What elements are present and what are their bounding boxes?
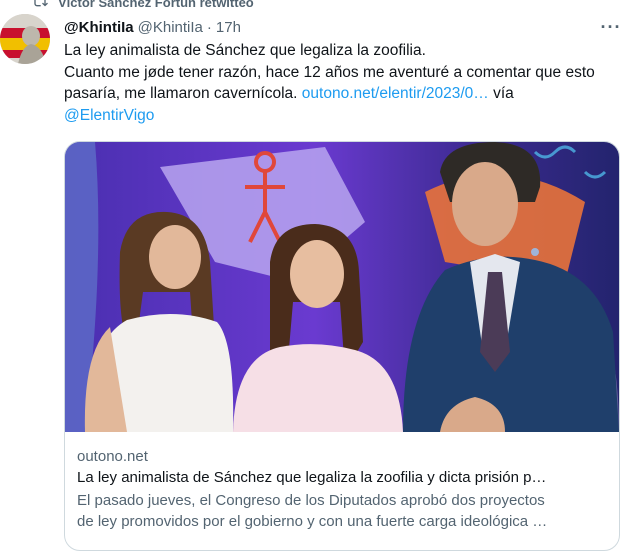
retweet-label[interactable]: Víctor Sánchez Fortún retwitteó bbox=[58, 0, 254, 10]
mention-link[interactable]: @ElentirVigo bbox=[64, 107, 154, 124]
retweet-context: Víctor Sánchez Fortún retwitteó bbox=[32, 0, 254, 11]
tweet-header: @KhintiIa @KhintiIa · 17h bbox=[64, 16, 241, 38]
card-domain: outono.net bbox=[77, 448, 148, 465]
display-name[interactable]: @KhintiIa bbox=[64, 19, 134, 36]
tweet-time[interactable]: 17h bbox=[216, 19, 241, 36]
card-title: La ley animalista de Sánchez que legaliz… bbox=[77, 469, 547, 486]
more-options-icon[interactable]: ··· bbox=[600, 16, 622, 38]
card-description: El pasado jueves, el Congreso de los Dip… bbox=[77, 490, 607, 532]
tweet-text: La ley animalista de Sánchez que legaliz… bbox=[64, 40, 624, 126]
via-text: vía bbox=[488, 85, 514, 102]
retweet-icon bbox=[32, 0, 48, 12]
separator-dot: · bbox=[206, 18, 212, 36]
card-description-line-2: de ley promovidos por el gobierno y con … bbox=[77, 513, 548, 530]
card-image[interactable] bbox=[65, 142, 619, 432]
tweet-line-1: La ley animalista de Sánchez que legaliz… bbox=[64, 42, 426, 59]
tweet-line-2: Cuanto me jøde tener razón, hace 12 años… bbox=[64, 62, 624, 105]
avatar[interactable] bbox=[0, 14, 50, 64]
card-text: outono.net La ley animalista de Sánchez … bbox=[77, 446, 607, 532]
card-description-line-1: El pasado jueves, el Congreso de los Dip… bbox=[77, 492, 545, 509]
tweet-line-3: @ElentirVigo bbox=[64, 105, 624, 127]
article-link[interactable]: outono.net/elentir/2023/0… bbox=[302, 85, 489, 102]
user-handle[interactable]: @KhintiIa bbox=[138, 19, 203, 36]
link-preview-card[interactable]: outono.net La ley animalista de Sánchez … bbox=[64, 141, 620, 551]
